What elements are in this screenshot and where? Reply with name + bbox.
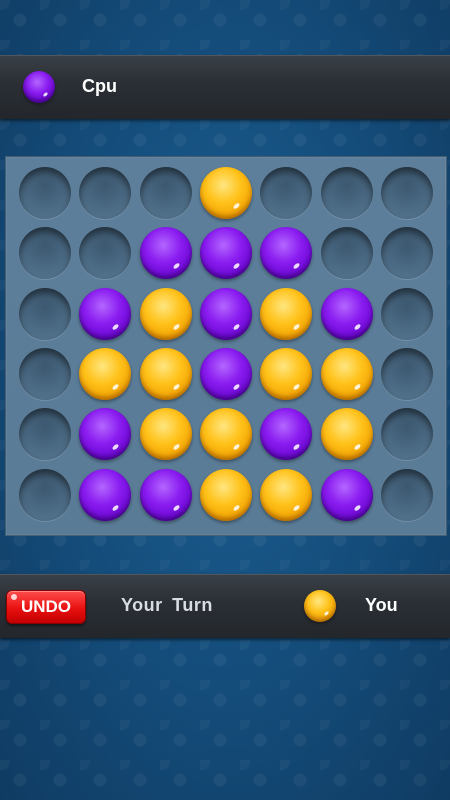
game-board[interactable] <box>5 156 447 536</box>
board-slot-empty[interactable] <box>380 408 433 461</box>
board-disc-purple[interactable] <box>79 287 132 340</box>
board-disc-purple[interactable] <box>139 227 192 280</box>
board-disc-purple[interactable] <box>260 227 313 280</box>
board-disc-orange[interactable] <box>320 408 373 461</box>
board-slot-empty[interactable] <box>260 167 313 219</box>
board-slot-empty[interactable] <box>79 227 132 280</box>
board-slot-empty[interactable] <box>320 227 373 280</box>
cpu-player-bar: Cpu <box>0 55 450 119</box>
board-disc-orange[interactable] <box>139 347 192 400</box>
board-disc-purple[interactable] <box>79 468 132 521</box>
board-disc-orange[interactable] <box>320 347 373 400</box>
player-chip-icon <box>304 590 336 622</box>
board-disc-orange[interactable] <box>199 468 252 521</box>
turn-status: Your Turn <box>121 595 213 615</box>
board-slot-empty[interactable] <box>380 227 433 280</box>
board-slot-empty[interactable] <box>139 167 192 219</box>
board-disc-purple[interactable] <box>199 227 252 280</box>
board-disc-purple[interactable] <box>139 468 192 521</box>
cpu-player-name: Cpu <box>82 76 117 96</box>
board-disc-purple[interactable] <box>260 408 313 461</box>
board-disc-orange[interactable] <box>139 287 192 340</box>
board-disc-orange[interactable] <box>79 347 132 400</box>
board-disc-orange[interactable] <box>260 468 313 521</box>
board-disc-orange[interactable] <box>260 347 313 400</box>
cpu-chip-icon <box>23 71 55 103</box>
undo-label: UNDO <box>20 597 72 616</box>
board-disc-orange[interactable] <box>139 408 192 461</box>
board-slot-empty[interactable] <box>380 167 433 219</box>
board-slot-empty[interactable] <box>79 167 132 219</box>
board-slot-empty[interactable] <box>19 287 71 340</box>
board-disc-purple[interactable] <box>320 287 373 340</box>
board-slot-empty[interactable] <box>19 468 71 521</box>
board-slot-empty[interactable] <box>19 347 71 400</box>
board-disc-orange[interactable] <box>260 287 313 340</box>
board-slot-empty[interactable] <box>380 468 433 521</box>
undo-button[interactable]: UNDO <box>6 590 86 624</box>
board-disc-purple[interactable] <box>199 287 252 340</box>
board-slot-empty[interactable] <box>380 347 433 400</box>
board-slot-empty[interactable] <box>320 167 373 219</box>
board-slot-empty[interactable] <box>19 408 71 461</box>
board-disc-orange[interactable] <box>199 167 252 219</box>
board-disc-orange[interactable] <box>199 408 252 461</box>
board-slot-empty[interactable] <box>380 287 433 340</box>
board-slot-empty[interactable] <box>19 167 71 219</box>
board-disc-purple[interactable] <box>320 468 373 521</box>
undo-highlight-icon <box>11 594 17 600</box>
player-name: You <box>365 595 398 615</box>
board-slot-empty[interactable] <box>19 227 71 280</box>
board-disc-purple[interactable] <box>199 347 252 400</box>
board-disc-purple[interactable] <box>79 408 132 461</box>
